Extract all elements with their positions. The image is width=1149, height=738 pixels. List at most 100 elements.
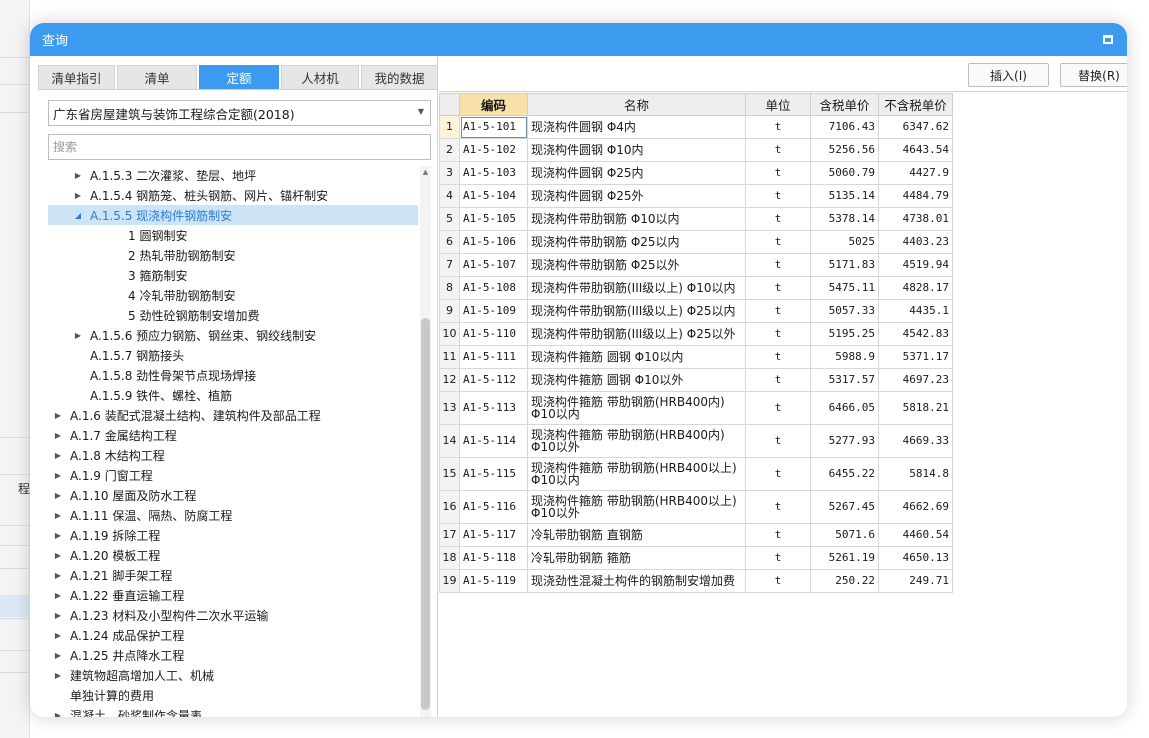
cell-tax-price[interactable]: 5025 bbox=[810, 230, 879, 254]
cell-notax-price[interactable]: 5818.21 bbox=[878, 391, 953, 425]
tree-node[interactable]: ▶ A.1.7 金属结构工程 bbox=[48, 425, 418, 445]
cell-tax-price[interactable]: 7106.43 bbox=[810, 115, 879, 139]
cell-tax-price[interactable]: 5261.19 bbox=[810, 546, 879, 570]
cell-notax-price[interactable]: 4519.94 bbox=[878, 253, 953, 277]
table-row[interactable]: 13 A1-5-113 现浇构件箍筋 带肋钢筋(HRB400内) Φ10以内 t 646… bbox=[439, 391, 953, 425]
cell-notax-price[interactable]: 249.71 bbox=[878, 569, 953, 593]
cell-unit[interactable]: t bbox=[745, 253, 811, 277]
tree-node[interactable]: 4 冷轧带肋钢筋制安 bbox=[48, 285, 418, 305]
tree-node[interactable]: 单独计算的费用 bbox=[48, 685, 418, 705]
collapsed-arrow-icon[interactable]: ▶ bbox=[52, 571, 64, 580]
collapsed-arrow-icon[interactable]: ▶ bbox=[72, 171, 84, 180]
cell-code[interactable]: A1-5-106 bbox=[459, 230, 528, 254]
cell-name[interactable]: 现浇构件箍筋 带肋钢筋(HRB400以上) Φ10以内 bbox=[527, 457, 746, 491]
cell-unit[interactable]: t bbox=[745, 299, 811, 323]
cell-code[interactable]: A1-5-115 bbox=[459, 457, 528, 491]
tree-node[interactable]: ▶ A.1.5.4 钢筋笼、桩头钢筋、网片、锚杆制安 bbox=[48, 185, 418, 205]
cell-unit[interactable]: t bbox=[745, 322, 811, 346]
tree-scrollbar[interactable]: ▲ bbox=[420, 166, 431, 717]
row-number[interactable]: 16 bbox=[439, 490, 460, 524]
tree-node[interactable]: ▶ A.1.22 垂直运输工程 bbox=[48, 585, 418, 605]
table-row[interactable]: 11 A1-5-111 现浇构件箍筋 圆钢 Φ10以内 t 5988.9 5371.17 bbox=[439, 345, 953, 369]
collapsed-arrow-icon[interactable]: ▶ bbox=[52, 671, 64, 680]
tree-node[interactable]: ▶ A.1.5.3 二次灌浆、垫层、地坪 bbox=[48, 165, 418, 185]
row-number[interactable]: 6 bbox=[439, 230, 460, 254]
cell-name[interactable]: 现浇构件带肋钢筋(III级以上) Φ25以外 bbox=[527, 322, 746, 346]
tree-node[interactable]: ▶ A.1.6 装配式混凝土结构、建筑构件及部品工程 bbox=[48, 405, 418, 425]
tree-node[interactable]: 3 箍筋制安 bbox=[48, 265, 418, 285]
cell-code[interactable]: A1-5-104 bbox=[459, 184, 528, 208]
cell-name[interactable]: 现浇构件圆钢 Φ4内 bbox=[527, 115, 746, 139]
column-header-notax-price[interactable]: 不含税单价 bbox=[878, 93, 953, 116]
collapsed-arrow-icon[interactable]: ▶ bbox=[52, 431, 64, 440]
cell-code[interactable]: A1-5-116 bbox=[459, 490, 528, 524]
tree-node[interactable]: ▶ A.1.19 拆除工程 bbox=[48, 525, 418, 545]
table-row[interactable]: 3 A1-5-103 现浇构件圆钢 Φ25内 t 5060.79 4427.9 bbox=[439, 161, 953, 185]
tree-node[interactable]: A.1.5.7 钢筋接头 bbox=[48, 345, 418, 365]
collapsed-arrow-icon[interactable]: ▶ bbox=[52, 711, 64, 718]
tab-my-data[interactable]: 我的数据 bbox=[361, 65, 438, 89]
cell-code[interactable]: A1-5-110 bbox=[459, 322, 528, 346]
cell-tax-price[interactable]: 5057.33 bbox=[810, 299, 879, 323]
cell-name[interactable]: 现浇构件带肋钢筋 Φ10以内 bbox=[527, 207, 746, 231]
collapsed-arrow-icon[interactable]: ▶ bbox=[52, 491, 64, 500]
cell-unit[interactable]: t bbox=[745, 391, 811, 425]
cell-tax-price[interactable]: 5135.14 bbox=[810, 184, 879, 208]
table-row[interactable]: 2 A1-5-102 现浇构件圆钢 Φ10内 t 5256.56 4643.54 bbox=[439, 138, 953, 162]
cell-unit[interactable]: t bbox=[745, 115, 811, 139]
cell-unit[interactable]: t bbox=[745, 184, 811, 208]
cell-notax-price[interactable]: 5814.8 bbox=[878, 457, 953, 491]
cell-tax-price[interactable]: 5475.11 bbox=[810, 276, 879, 300]
tree-node[interactable]: ▶ A.1.24 成品保护工程 bbox=[48, 625, 418, 645]
cell-notax-price[interactable]: 4669.33 bbox=[878, 424, 953, 458]
cell-tax-price[interactable]: 6466.05 bbox=[810, 391, 879, 425]
cell-notax-price[interactable]: 4643.54 bbox=[878, 138, 953, 162]
cell-unit[interactable]: t bbox=[745, 161, 811, 185]
cell-code[interactable]: A1-5-108 bbox=[459, 276, 528, 300]
table-row[interactable]: 4 A1-5-104 现浇构件圆钢 Φ25外 t 5135.14 4484.79 bbox=[439, 184, 953, 208]
cell-name[interactable]: 现浇构件带肋钢筋 Φ25以外 bbox=[527, 253, 746, 277]
maximize-icon[interactable] bbox=[1103, 35, 1113, 44]
tree-node[interactable]: ▶ 建筑物超高增加人工、机械 bbox=[48, 665, 418, 685]
table-row[interactable]: 6 A1-5-106 现浇构件带肋钢筋 Φ25以内 t 5025 4403.23 bbox=[439, 230, 953, 254]
cell-unit[interactable]: t bbox=[745, 569, 811, 593]
row-number[interactable]: 2 bbox=[439, 138, 460, 162]
tab-bill-guide[interactable]: 清单指引 bbox=[38, 65, 115, 89]
collapsed-arrow-icon[interactable]: ▶ bbox=[72, 191, 84, 200]
table-row[interactable]: 7 A1-5-107 现浇构件带肋钢筋 Φ25以外 t 5171.83 4519.94 bbox=[439, 253, 953, 277]
cell-name[interactable]: 现浇构件箍筋 带肋钢筋(HRB400内) Φ10以外 bbox=[527, 424, 746, 458]
cell-name[interactable]: 现浇构件箍筋 圆钢 Φ10以外 bbox=[527, 368, 746, 392]
cell-notax-price[interactable]: 4738.01 bbox=[878, 207, 953, 231]
tree-node[interactable]: ▶ A.1.23 材料及小型构件二次水平运输 bbox=[48, 605, 418, 625]
row-number[interactable]: 4 bbox=[439, 184, 460, 208]
row-number[interactable]: 10 bbox=[439, 322, 460, 346]
collapsed-arrow-icon[interactable]: ▶ bbox=[52, 611, 64, 620]
cell-tax-price[interactable]: 6455.22 bbox=[810, 457, 879, 491]
row-number[interactable]: 14 bbox=[439, 424, 460, 458]
table-row[interactable]: 16 A1-5-116 现浇构件箍筋 带肋钢筋(HRB400以上) Φ10以外 t 52… bbox=[439, 490, 953, 524]
row-number[interactable]: 3 bbox=[439, 161, 460, 185]
tree-node[interactable]: ▶ A.1.20 模板工程 bbox=[48, 545, 418, 565]
tree-node[interactable]: 1 圆钢制安 bbox=[48, 225, 418, 245]
table-row[interactable]: 9 A1-5-109 现浇构件带肋钢筋(III级以上) Φ25以内 t 5057.33 4… bbox=[439, 299, 953, 323]
cell-unit[interactable]: t bbox=[745, 276, 811, 300]
cell-unit[interactable]: t bbox=[745, 230, 811, 254]
tree-node[interactable]: ◢ A.1.5.5 现浇构件钢筋制安 bbox=[48, 205, 418, 225]
cell-code[interactable]: A1-5-118 bbox=[459, 546, 528, 570]
cell-name[interactable]: 冷轧带肋钢筋 直钢筋 bbox=[527, 523, 746, 547]
row-number[interactable]: 13 bbox=[439, 391, 460, 425]
insert-button[interactable]: 插入(I) bbox=[968, 63, 1049, 87]
cell-tax-price[interactable]: 5071.6 bbox=[810, 523, 879, 547]
cell-tax-price[interactable]: 5277.93 bbox=[810, 424, 879, 458]
cell-code[interactable]: A1-5-107 bbox=[459, 253, 528, 277]
collapsed-arrow-icon[interactable]: ▶ bbox=[52, 651, 64, 660]
cell-notax-price[interactable]: 4650.13 bbox=[878, 546, 953, 570]
search-input[interactable] bbox=[48, 134, 431, 160]
dialog-titlebar[interactable]: 查询 bbox=[30, 23, 1127, 56]
cell-name[interactable]: 现浇构件圆钢 Φ10内 bbox=[527, 138, 746, 162]
cell-notax-price[interactable]: 4427.9 bbox=[878, 161, 953, 185]
cell-name[interactable]: 现浇劲性混凝土构件的钢筋制安增加费 bbox=[527, 569, 746, 593]
collapsed-arrow-icon[interactable]: ▶ bbox=[52, 591, 64, 600]
cell-tax-price[interactable]: 5195.25 bbox=[810, 322, 879, 346]
cell-notax-price[interactable]: 4542.83 bbox=[878, 322, 953, 346]
